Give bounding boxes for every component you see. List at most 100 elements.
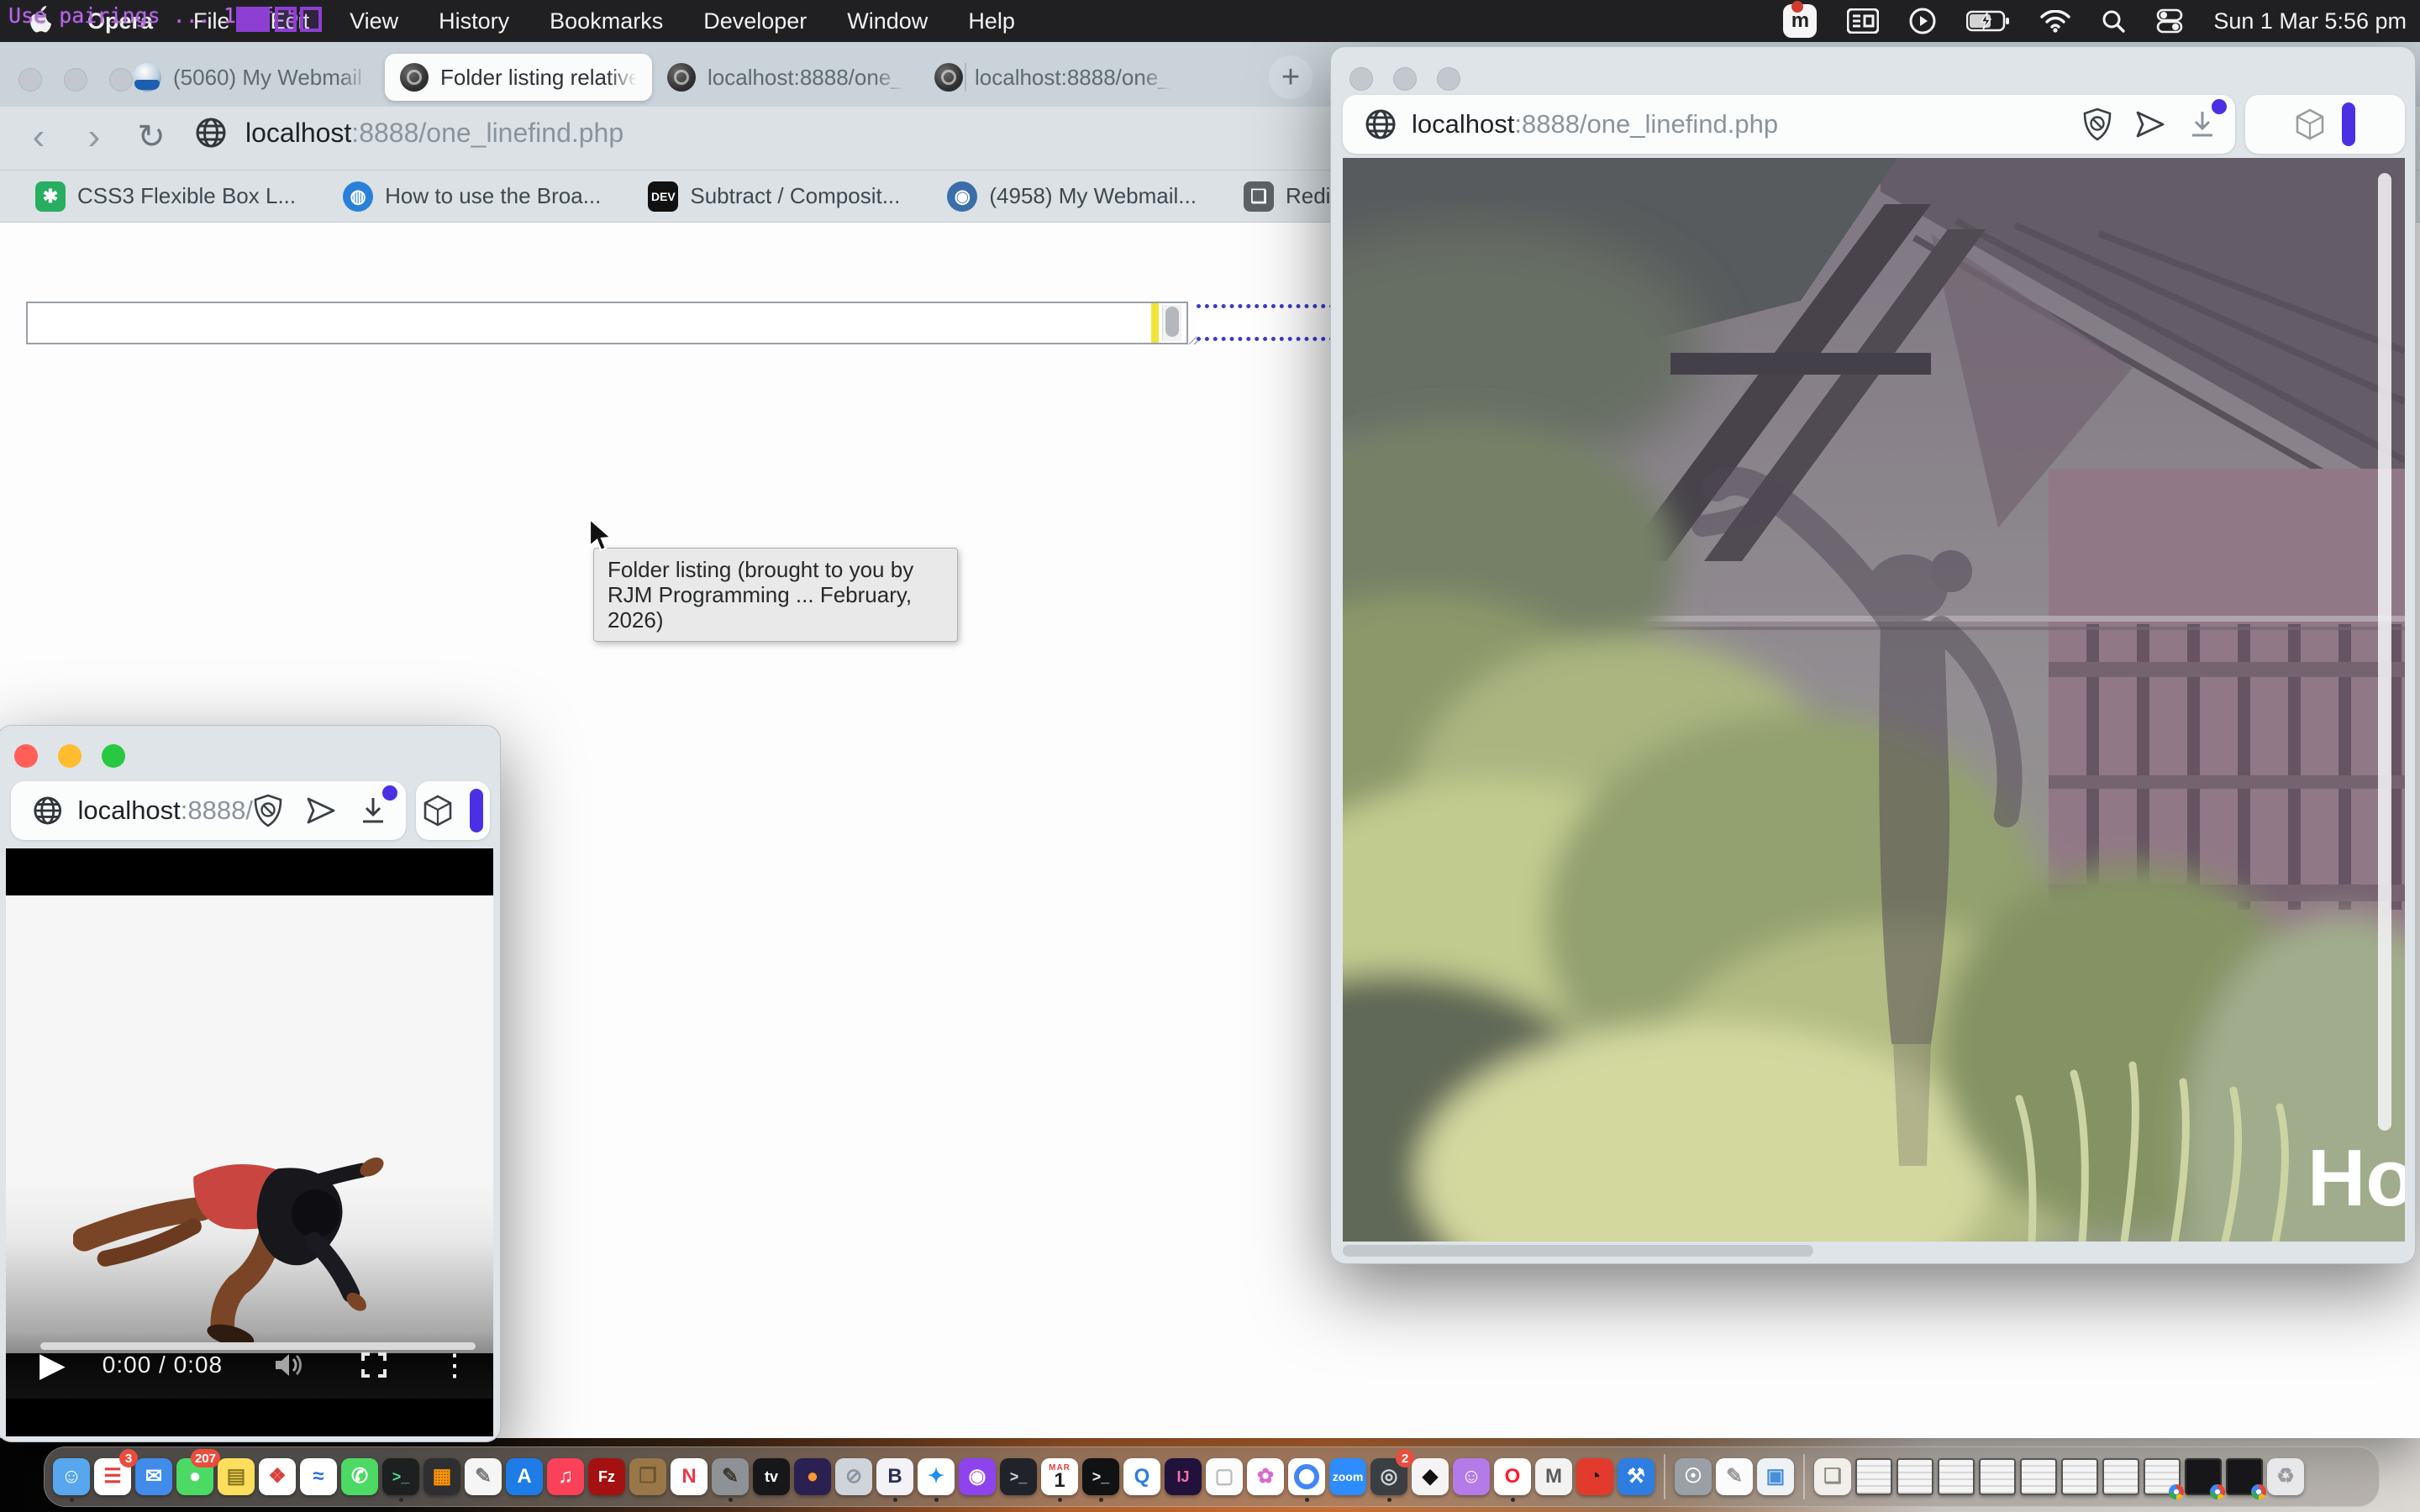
menu-item-view[interactable]: View	[329, 8, 418, 34]
dock-item[interactable]: N	[671, 1452, 708, 1501]
browser-tab[interactable]: localhost:8888/one_line	[652, 54, 919, 101]
listing-scroll-thumb[interactable]	[1165, 307, 1179, 337]
battery-icon[interactable]	[1966, 10, 2010, 32]
dock-item[interactable]: ◎ 2	[1370, 1452, 1407, 1501]
folder-listing-box[interactable]: -rw-r--r--@ 1 129K Aug 23 2023 /-BC Cons…	[26, 302, 1188, 344]
dock-item[interactable]: zoom	[1329, 1452, 1366, 1501]
dock-item[interactable]: ❏	[1814, 1452, 1851, 1501]
listing-scrollbar[interactable]	[1162, 305, 1181, 341]
dock-item[interactable]: ♻	[2267, 1452, 2304, 1501]
dock-item[interactable]: tv	[753, 1452, 790, 1501]
wifi-icon[interactable]	[2040, 10, 2070, 33]
dock-item[interactable]	[1288, 1452, 1325, 1501]
dock-item[interactable]: ⚒	[1618, 1452, 1655, 1501]
shield-block-icon[interactable]	[2082, 108, 2112, 141]
dock-item[interactable]: ⊘	[835, 1452, 872, 1501]
dock-item[interactable]	[2102, 1452, 2139, 1501]
dock-item[interactable]: O	[1494, 1452, 1531, 1501]
dock-item[interactable]: ◆	[1412, 1452, 1449, 1501]
extension-pill[interactable]	[2342, 102, 2355, 146]
window-manager-icon[interactable]	[1847, 8, 1879, 34]
dock-item[interactable]	[1855, 1452, 1892, 1501]
zoom-button[interactable]	[102, 744, 125, 768]
dock-item[interactable]	[1659, 1452, 1670, 1501]
fullscreen-icon[interactable]	[360, 1352, 387, 1378]
extension-cube-icon[interactable]	[2295, 108, 2325, 140]
dock-item[interactable]: ☺	[53, 1452, 90, 1501]
dock-item[interactable]: >_	[382, 1452, 419, 1501]
dock-item[interactable]: ☺	[1453, 1452, 1490, 1501]
dock-item[interactable]	[1938, 1452, 1975, 1501]
dock-item[interactable]: ♫	[547, 1452, 584, 1501]
forward-button[interactable]: ›	[71, 113, 118, 160]
dock-item[interactable]: B	[876, 1452, 913, 1501]
bookmark-item[interactable]: ◉ (4958) My Webmail...	[947, 181, 1197, 212]
dock-item[interactable]: M	[1535, 1452, 1572, 1501]
popup-address-bar[interactable]: localhost:8888/one_linefind.php	[1343, 95, 2235, 154]
dock-item[interactable]: ▣	[1757, 1452, 1794, 1501]
dock-item[interactable]	[2185, 1452, 2222, 1501]
control-center-icon[interactable]	[2156, 8, 2183, 34]
dock-item[interactable]: ✦	[918, 1452, 955, 1501]
dock-item[interactable]	[2020, 1452, 2057, 1501]
menu-bar-clock[interactable]: Sun 1 Mar 5:56 pm	[2213, 8, 2407, 34]
dock-item[interactable]: ✎	[465, 1452, 502, 1501]
close-button[interactable]	[18, 68, 42, 92]
minimize-button[interactable]	[64, 68, 87, 92]
play-status-icon[interactable]	[1909, 8, 1936, 34]
dock-item[interactable]: MAR 1	[1041, 1452, 1078, 1501]
dock-item[interactable]	[2226, 1452, 2263, 1501]
dock-item[interactable]: Q	[1123, 1452, 1160, 1501]
minimize-button[interactable]	[1393, 67, 1417, 91]
dock-item[interactable]: A	[506, 1452, 543, 1501]
downloads-button[interactable]	[359, 795, 387, 826]
dock-item[interactable]: ▢	[1206, 1452, 1243, 1501]
dock-item[interactable]: ❒	[629, 1452, 666, 1501]
menubar-app-icon[interactable]: m	[1783, 4, 1817, 38]
vertical-scrollbar[interactable]	[2378, 173, 2391, 1131]
dock-item[interactable]: >_	[1000, 1452, 1037, 1501]
dock-item[interactable]: ◔	[1576, 1452, 1613, 1501]
dock-item[interactable]	[2144, 1452, 2181, 1501]
dock-item[interactable]	[1798, 1452, 1810, 1501]
dock-item[interactable]	[1897, 1452, 1933, 1501]
dock-item[interactable]: IJ	[1165, 1452, 1202, 1501]
menu-item-window[interactable]: Window	[827, 8, 948, 34]
dock-item[interactable]	[2061, 1452, 2098, 1501]
horizontal-scroll-thumb[interactable]	[1343, 1245, 1813, 1257]
spotlight-search-icon[interactable]	[2101, 8, 2126, 34]
menu-item-help[interactable]: Help	[948, 8, 1035, 34]
horizontal-scrollbar[interactable]	[1343, 1245, 2405, 1258]
dock-item[interactable]: ▦	[424, 1452, 460, 1501]
dock-item[interactable]: Fz	[588, 1452, 625, 1501]
new-tab-button[interactable]: +	[1269, 55, 1313, 99]
mute-icon[interactable]	[273, 1352, 305, 1378]
bookmark-item[interactable]: ✱ CSS3 Flexible Box L...	[35, 181, 296, 212]
dock-item[interactable]: ✎	[712, 1452, 749, 1501]
menu-item-bookmarks[interactable]: Bookmarks	[529, 8, 683, 34]
dock-item[interactable]: ☰ 3	[94, 1452, 131, 1501]
minimize-button[interactable]	[58, 744, 82, 768]
browser-tab[interactable]: (5060) My Webmail :: In	[118, 54, 385, 101]
downloads-button[interactable]	[2188, 109, 2217, 139]
dock-item[interactable]: ☉	[1675, 1452, 1712, 1501]
shield-block-icon[interactable]	[253, 794, 283, 827]
dock-item[interactable]: ≈	[300, 1452, 337, 1501]
back-button[interactable]: ‹	[15, 113, 62, 160]
browser-tab[interactable]: localhost:8888/one_line	[919, 54, 1186, 101]
dock-item[interactable]: ✎	[1716, 1452, 1753, 1501]
close-button[interactable]	[14, 744, 38, 768]
extension-cube-icon[interactable]	[423, 795, 453, 827]
dock-item[interactable]	[1979, 1452, 2016, 1501]
dock-item[interactable]: ✆	[341, 1452, 378, 1501]
dock-item[interactable]: ● 207	[176, 1452, 213, 1501]
reload-button[interactable]: ↻	[128, 113, 175, 160]
dock-item[interactable]: ●	[794, 1452, 831, 1501]
video-progress-bar[interactable]	[40, 1342, 476, 1350]
overflow-menu-icon[interactable]: ⋮	[439, 1347, 470, 1383]
dock-item[interactable]: ✿	[1247, 1452, 1284, 1501]
menu-item-history[interactable]: History	[418, 8, 529, 34]
bookmark-item[interactable]: DEV Subtract / Composit...	[648, 181, 900, 212]
send-icon[interactable]	[2134, 109, 2166, 139]
video-frame[interactable]: ▶ 0:00 / 0:08 ⋮	[6, 895, 493, 1353]
